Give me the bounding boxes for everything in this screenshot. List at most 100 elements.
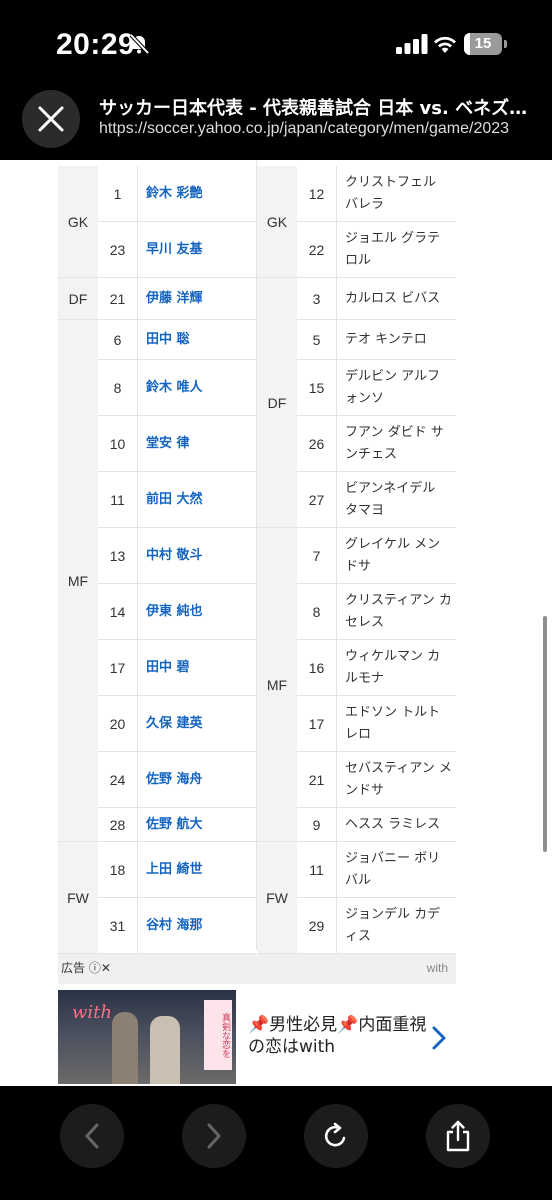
player-row: 10 堂安 律 bbox=[98, 416, 256, 472]
reload-button[interactable] bbox=[304, 1104, 368, 1168]
scrollbar-thumb[interactable] bbox=[543, 616, 547, 852]
player-row: 28 佐野 航大 bbox=[98, 808, 256, 842]
player-name-link[interactable]: 佐野 航大 bbox=[138, 808, 256, 841]
player-name: ジョンデル カディス bbox=[345, 906, 441, 944]
ad-brand: with bbox=[426, 961, 448, 975]
player-number: 24 bbox=[98, 752, 138, 807]
player-row: 23 早川 友基 bbox=[98, 222, 256, 278]
player-number: 8 bbox=[297, 584, 337, 639]
share-icon bbox=[446, 1120, 470, 1152]
position-label: FW bbox=[257, 842, 297, 954]
player-number: 5 bbox=[297, 320, 337, 359]
position-label: MF bbox=[58, 320, 98, 842]
ad-info-icon[interactable]: ⓘ bbox=[89, 961, 101, 975]
player-number: 11 bbox=[297, 842, 337, 897]
player-number: 18 bbox=[98, 842, 138, 897]
player-name: テオ キンテロ bbox=[345, 331, 427, 347]
player-row: 17 エドソン トルトレロ bbox=[297, 696, 456, 752]
ad-person-2 bbox=[150, 1016, 180, 1084]
player-number: 31 bbox=[98, 898, 138, 953]
player-name: ビアンネイデル タマヨ bbox=[345, 480, 436, 518]
player-row: 29 ジョンデル カディス bbox=[297, 898, 456, 954]
ad-person-1 bbox=[112, 1012, 138, 1084]
player-row: 17 田中 碧 bbox=[98, 640, 256, 696]
cellular-signal-icon bbox=[396, 34, 428, 54]
position-label: GK bbox=[257, 166, 297, 278]
player-row: 15 デルビン アルフォンソ bbox=[297, 360, 456, 416]
player-number: 27 bbox=[297, 472, 337, 527]
close-icon bbox=[38, 106, 64, 132]
player-name-link[interactable]: 久保 建英 bbox=[138, 696, 256, 751]
player-number: 22 bbox=[297, 222, 337, 277]
player-row: 27 ビアンネイデル タマヨ bbox=[297, 472, 456, 528]
player-row: 5 テオ キンテロ bbox=[297, 320, 456, 360]
player-number: 14 bbox=[98, 584, 138, 639]
player-name-link[interactable]: 佐野 海舟 bbox=[138, 752, 256, 807]
player-name-link[interactable]: 早川 友基 bbox=[138, 222, 256, 277]
player-name-link[interactable]: 伊東 純也 bbox=[138, 584, 256, 639]
column-divider bbox=[256, 160, 257, 950]
player-number: 6 bbox=[98, 320, 138, 359]
ad-banner[interactable]: with 真剣な恋を 📌男性必見📌内面重視の恋はwith bbox=[58, 990, 456, 1084]
player-name: エドソン トルトレロ bbox=[345, 704, 441, 742]
player-name: ジョバニー ボリバル bbox=[345, 850, 441, 888]
reload-icon bbox=[324, 1122, 346, 1147]
ad-close-icon[interactable]: ✕ bbox=[101, 961, 111, 975]
player-number: 29 bbox=[297, 898, 337, 953]
back-button[interactable] bbox=[60, 1104, 124, 1168]
player-number: 8 bbox=[98, 360, 138, 415]
battery-level: 15 bbox=[474, 35, 492, 52]
player-number: 9 bbox=[297, 808, 337, 841]
player-name: セバスティアン メンドサ bbox=[345, 760, 452, 798]
player-name: ヘスス ラミレス bbox=[345, 816, 441, 832]
ad-ribbon: 真剣な恋を bbox=[204, 1000, 232, 1070]
player-number: 28 bbox=[98, 808, 138, 841]
player-row: 12 クリストフェル バレラ bbox=[297, 166, 456, 222]
player-name-link[interactable]: 中村 敬斗 bbox=[138, 528, 256, 583]
player-row: 22 ジョエル グラテロル bbox=[297, 222, 456, 278]
position-label: FW bbox=[58, 842, 98, 954]
player-number: 12 bbox=[297, 166, 337, 221]
player-row: 24 佐野 海舟 bbox=[98, 752, 256, 808]
player-row: 26 フアン ダビド サンチェス bbox=[297, 416, 456, 472]
bell-slash-icon bbox=[129, 33, 150, 55]
player-name: グレイケル メンドサ bbox=[345, 536, 441, 574]
player-name-link[interactable]: 堂安 律 bbox=[138, 416, 256, 471]
player-number: 11 bbox=[98, 472, 138, 527]
player-name: ウィケルマン カルモナ bbox=[345, 648, 441, 686]
player-name-link[interactable]: 鈴木 彩艶 bbox=[138, 166, 256, 221]
player-name: クリストフェル バレラ bbox=[345, 174, 437, 212]
player-number: 13 bbox=[98, 528, 138, 583]
status-bar: 20:29 15 bbox=[0, 0, 552, 88]
player-name-link[interactable]: 前田 大然 bbox=[138, 472, 256, 527]
player-name-link[interactable]: 谷村 海那 bbox=[138, 898, 256, 953]
player-number: 21 bbox=[98, 278, 138, 319]
page-url[interactable]: https://soccer.yahoo.co.jp/japan/categor… bbox=[99, 120, 539, 138]
player-name-link[interactable]: 伊藤 洋輝 bbox=[138, 278, 256, 319]
share-button[interactable] bbox=[426, 1104, 490, 1168]
chevron-right-icon[interactable] bbox=[432, 1026, 446, 1050]
player-number: 23 bbox=[98, 222, 138, 277]
player-row: 11 ジョバニー ボリバル bbox=[297, 842, 456, 898]
player-number: 15 bbox=[297, 360, 337, 415]
player-row: 11 前田 大然 bbox=[98, 472, 256, 528]
player-name: デルビン アルフォンソ bbox=[345, 368, 441, 406]
player-row: 1 鈴木 彩艶 bbox=[98, 166, 256, 222]
player-name-link[interactable]: 田中 聡 bbox=[138, 320, 256, 359]
close-button[interactable] bbox=[22, 90, 80, 148]
battery-indicator: 15 bbox=[464, 33, 508, 55]
player-number: 17 bbox=[297, 696, 337, 751]
chevron-right-icon bbox=[207, 1123, 221, 1149]
player-name: クリスティアン カセレス bbox=[345, 592, 452, 630]
player-name-link[interactable]: 鈴木 唯人 bbox=[138, 360, 256, 415]
forward-button[interactable] bbox=[182, 1104, 246, 1168]
ad-text[interactable]: 📌男性必見📌内面重視の恋はwith bbox=[248, 1014, 438, 1058]
ad-image[interactable]: with 真剣な恋を bbox=[58, 990, 236, 1084]
ad-logo: with bbox=[72, 1002, 112, 1023]
player-name-link[interactable]: 田中 碧 bbox=[138, 640, 256, 695]
player-name-link[interactable]: 上田 綺世 bbox=[138, 842, 256, 897]
player-row: 13 中村 敬斗 bbox=[98, 528, 256, 584]
player-name: フアン ダビド サンチェス bbox=[345, 424, 444, 462]
player-row: 7 グレイケル メンドサ bbox=[297, 528, 456, 584]
ad-label: 広告 ⓘ✕ bbox=[61, 961, 111, 975]
